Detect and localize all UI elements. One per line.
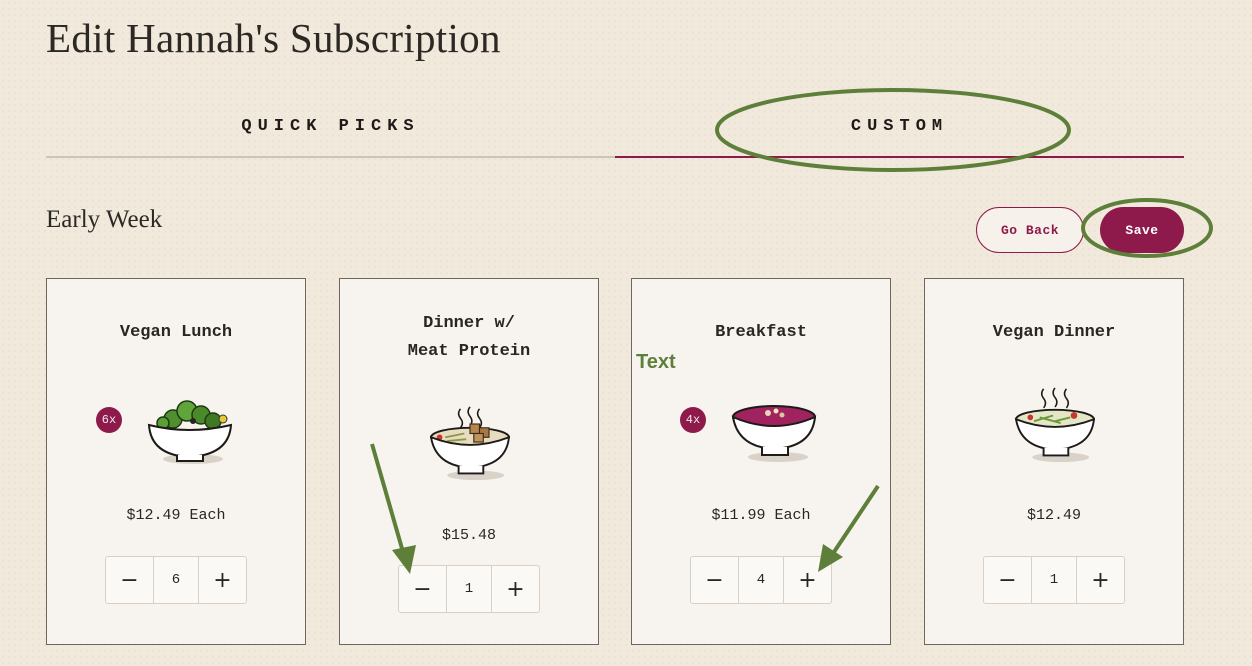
decrease-quantity-button[interactable]: − [984, 557, 1031, 603]
go-back-button[interactable]: Go Back [976, 207, 1084, 253]
veggie-soup-bowl-icon [1014, 387, 1096, 463]
quantity-value[interactable]: 1 [446, 566, 492, 612]
meat-soup-bowl-icon [429, 406, 511, 481]
meal-title: Dinner w/ Meat Protein [340, 310, 598, 366]
increase-quantity-button[interactable]: + [784, 557, 831, 603]
smoothie-bowl-icon [731, 405, 817, 462]
quantity-stepper: − 1 + [983, 556, 1125, 604]
page-title: Edit Hannah's Subscription [46, 15, 501, 61]
meal-title-line-2: Meat Protein [407, 342, 531, 361]
meal-price: $12.49 [1026, 507, 1081, 524]
meal-title-line-1: Dinner w/ [423, 314, 515, 333]
quantity-badge: 4x [680, 407, 706, 433]
tab-custom[interactable]: CUSTOM [615, 96, 1184, 158]
increase-quantity-button[interactable]: + [199, 557, 246, 603]
decrease-quantity-button[interactable]: − [106, 557, 153, 603]
meal-card-dinner-meat-protein: Dinner w/ Meat Protein $15.48 − 1 + [339, 278, 599, 645]
decrease-quantity-button[interactable]: − [399, 566, 446, 612]
meal-title: Breakfast [715, 323, 807, 342]
quantity-value[interactable]: 6 [153, 557, 199, 603]
quantity-value[interactable]: 1 [1031, 557, 1077, 603]
meal-price: $12.49 Each [126, 507, 226, 524]
meal-title: Vegan Lunch [119, 323, 233, 342]
meal-card-breakfast: Breakfast 4x $11.99 Each − 4 + [631, 278, 891, 645]
save-button[interactable]: Save [1100, 207, 1184, 253]
meal-price: $15.48 [441, 527, 496, 544]
decrease-quantity-button[interactable]: − [691, 557, 738, 603]
meal-card-vegan-dinner: Vegan Dinner $12.49 − 1 + [924, 278, 1184, 645]
annotation-text-label: Text [636, 351, 676, 373]
section-title: Early Week [46, 206, 163, 233]
increase-quantity-button[interactable]: + [1077, 557, 1124, 603]
tab-bar: QUICK PICKS CUSTOM [46, 96, 1184, 158]
quantity-stepper: − 4 + [690, 556, 832, 604]
quantity-badge: 6x [96, 407, 122, 433]
meal-title: Vegan Dinner [992, 323, 1116, 342]
increase-quantity-button[interactable]: + [492, 566, 539, 612]
meal-card-vegan-lunch: Vegan Lunch 6x $12.49 Each − 6 + [46, 278, 306, 645]
tab-quick-picks[interactable]: QUICK PICKS [46, 96, 615, 158]
quantity-value[interactable]: 4 [738, 557, 784, 603]
meal-price: $11.99 Each [711, 507, 811, 524]
quantity-stepper: − 1 + [398, 565, 540, 613]
quantity-stepper: − 6 + [105, 556, 247, 604]
salad-bowl-icon [147, 400, 233, 464]
